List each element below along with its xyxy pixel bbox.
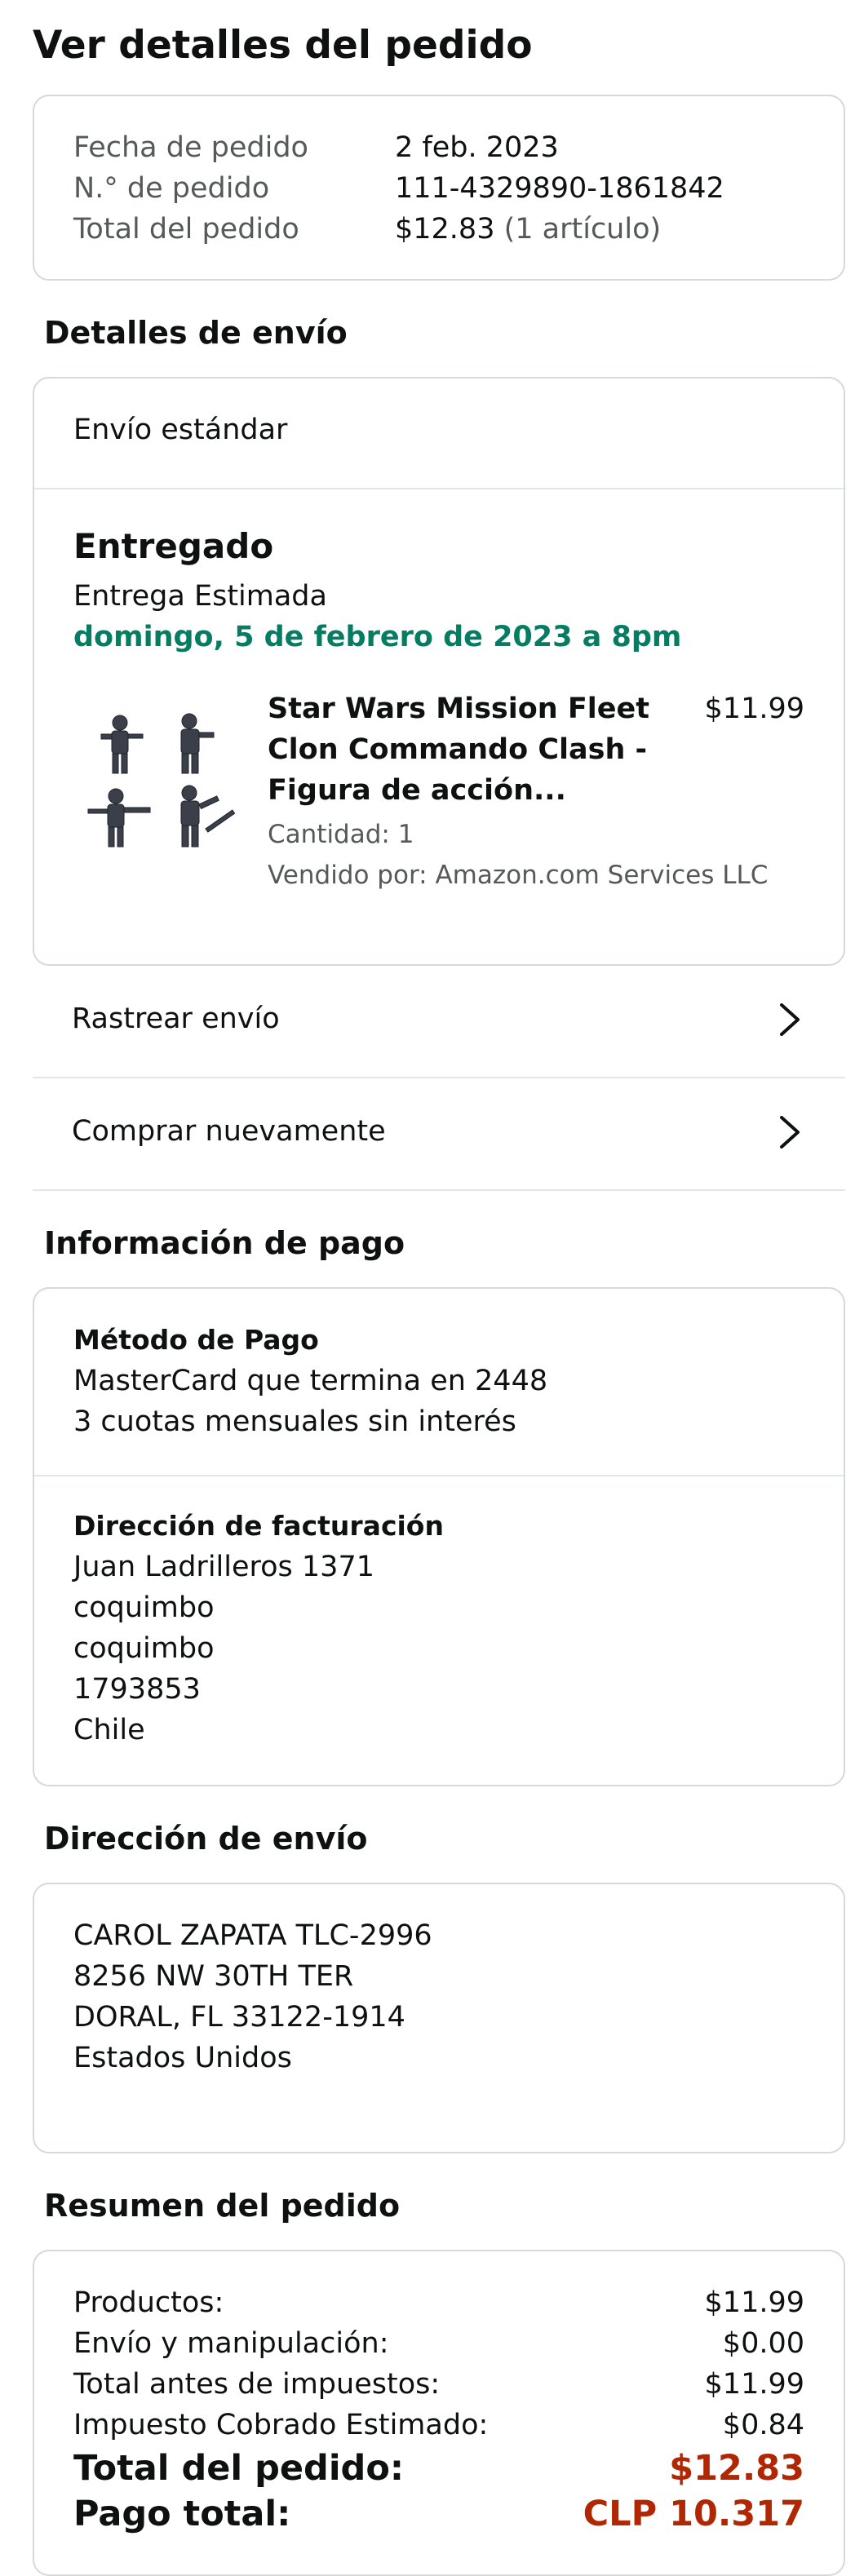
- product-quantity: Cantidad: 1: [268, 820, 414, 849]
- product-title-line3[interactable]: Figura de acción...: [268, 770, 566, 811]
- order-summary-heading: Resumen del pedido: [44, 2188, 401, 2224]
- payment-card: Método de Pago MasterCard que termina en…: [33, 1287, 845, 1786]
- address-line: DORAL, FL 33122-1914: [73, 2001, 405, 2034]
- payment-info-heading: Información de pago: [44, 1225, 405, 1261]
- track-shipment-label: Rastrear envío: [72, 1003, 280, 1035]
- product-title-line2[interactable]: Clon Commando Clash -: [268, 729, 647, 770]
- payment-method-line1: MasterCard que termina en 2448: [73, 1365, 548, 1397]
- billing-line: Chile: [73, 1714, 145, 1746]
- product-title-line1[interactable]: Star Wars Mission Fleet: [268, 688, 649, 729]
- billing-address-title: Dirección de facturación: [73, 1510, 444, 1542]
- chevron-right-icon: [780, 1003, 800, 1036]
- address-line: CAROL ZAPATA TLC-2996: [73, 1919, 432, 1952]
- eta-label: Entrega Estimada: [73, 580, 327, 613]
- shipping-address-heading: Dirección de envío: [44, 1821, 368, 1857]
- summary-row-shipping: Envío y manipulación: $0.00: [73, 2327, 804, 2360]
- product-seller: Vendido por: Amazon.com Services LLC: [268, 861, 769, 890]
- shipping-details-heading: Detalles de envío: [44, 315, 348, 351]
- summary-row-order-total: Total del pedido: $12.83: [73, 2448, 804, 2489]
- order-details-page: Ver detalles del pedido Fecha de pedido …: [0, 0, 864, 2576]
- order-number-value: 111-4329890-1861842: [395, 172, 724, 205]
- address-line: 8256 NW 30TH TER: [73, 1960, 354, 1993]
- billing-line: Juan Ladrilleros 1371: [73, 1551, 374, 1583]
- order-total-label: Total del pedido: [73, 213, 299, 246]
- address-line: Estados Unidos: [73, 2042, 292, 2074]
- billing-line: coquimbo: [73, 1591, 215, 1624]
- billing-line: coquimbo: [73, 1632, 215, 1665]
- track-shipment-row[interactable]: Rastrear envío: [33, 966, 845, 1075]
- page-title: Ver detalles del pedido: [33, 23, 533, 68]
- order-totals-card: Productos: $11.99 Envío y manipulación: $0…: [33, 2250, 845, 2576]
- summary-row-paid-total: Pago total: CLP 10.317: [73, 2494, 804, 2534]
- summary-row-tax: Impuesto Cobrado Estimado: $0.84: [73, 2409, 804, 2441]
- order-date-value: 2 feb. 2023: [395, 131, 559, 164]
- delivery-status: Entregado: [73, 526, 274, 566]
- eta-date: domingo, 5 de febrero de 2023 a 8pm: [73, 621, 682, 653]
- shipping-method: Envío estándar: [73, 414, 288, 446]
- payment-method-title: Método de Pago: [73, 1324, 319, 1356]
- order-item-count: (1 artículo): [503, 213, 662, 246]
- buy-again-row[interactable]: Comprar nuevamente: [33, 1078, 845, 1188]
- buy-again-label: Comprar nuevamente: [72, 1115, 386, 1148]
- divider: [34, 488, 844, 489]
- shipping-card: Envío estándar Entregado Entrega Estimad…: [33, 377, 845, 966]
- divider: [34, 1475, 844, 1476]
- payment-method-line2: 3 cuotas mensuales sin interés: [73, 1405, 516, 1438]
- summary-row-pretax: Total antes de impuestos: $11.99: [73, 2368, 804, 2401]
- summary-row-products: Productos: $11.99: [73, 2286, 804, 2319]
- order-date-label: Fecha de pedido: [73, 131, 308, 164]
- order-summary-card: Fecha de pedido 2 feb. 2023 N.° de pedid…: [33, 95, 845, 281]
- chevron-right-icon: [780, 1116, 800, 1149]
- product-price: $11.99: [704, 693, 804, 725]
- shipping-address-card: CAROL ZAPATA TLC-2996 8256 NW 30TH TER D…: [33, 1883, 845, 2153]
- order-number-label: N.° de pedido: [73, 172, 270, 205]
- order-total-value: $12.83 (1 artículo): [395, 213, 662, 246]
- billing-line: 1793853: [73, 1673, 201, 1706]
- divider: [33, 1189, 845, 1191]
- product-thumbnail-image[interactable]: [83, 698, 246, 861]
